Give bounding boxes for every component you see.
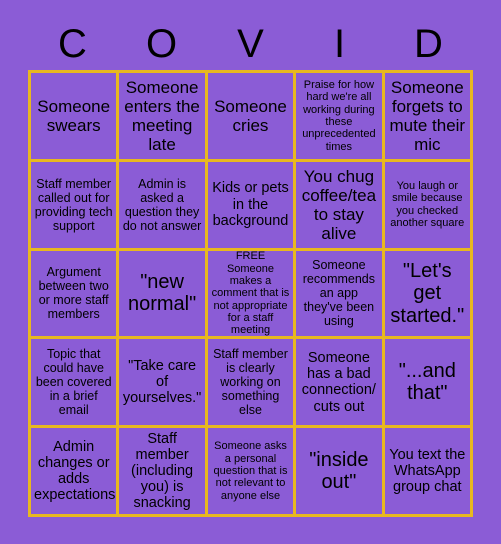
bingo-cell-r1c4[interactable]: Praise for how hard we're all working du… [296, 73, 382, 159]
bingo-cell-r3c1[interactable]: Argument between two or more staff membe… [31, 250, 117, 337]
bingo-cell-r1c3[interactable]: Someone cries [207, 73, 294, 159]
bingo-cell-text: "...and that" [398, 359, 456, 405]
bingo-cell-text: Praise for how hard we're all working du… [302, 78, 376, 153]
bingo-cell-r4c2[interactable]: "Take care of yourselves." [119, 339, 205, 426]
bingo-cell-free[interactable]: FREE Someone makes a comment that is not … [207, 250, 294, 337]
bingo-cell-r5c4[interactable]: "inside out" [296, 428, 382, 514]
bingo-cell-text: Someone forgets to mute their mic [389, 77, 466, 154]
bingo-cell-r1c5[interactable]: Someone forgets to mute their mic [384, 73, 470, 159]
bingo-cell-r2c5[interactable]: You laugh or smile because you checked a… [384, 161, 470, 248]
bingo-cell-text: "new normal" [127, 271, 197, 316]
bingo-cell-text: You chug coffee/tea to stay alive [301, 166, 377, 243]
bingo-cell-r5c1[interactable]: Admin changes or adds expectations [31, 428, 117, 514]
bingo-card: C O V I D Someone swears Someone enters the m… [0, 0, 501, 544]
bingo-cell-text: Staff member (including you) is snacking [131, 430, 194, 512]
header-letter-d: D [414, 22, 443, 66]
bingo-cell-text: "Take care of yourselves." [122, 357, 202, 407]
bingo-cell-text: "Let's get started." [390, 259, 465, 327]
bingo-cell-text: Admin changes or adds expectations [34, 438, 116, 504]
bingo-cell-r4c1[interactable]: Topic that could have been covered in a … [31, 339, 117, 426]
bingo-cell-text: Someone enters the meeting late [124, 77, 200, 154]
bingo-cell-r1c1[interactable]: Someone swears [31, 73, 117, 159]
bingo-cell-r3c2[interactable]: "new normal" [119, 250, 205, 337]
bingo-cell-r2c2[interactable]: Admin is asked a question they do not an… [119, 161, 205, 248]
bingo-cell-text: Admin is asked a question they do not an… [122, 176, 202, 233]
bingo-cell-text: Someone recommends an app they've been u… [302, 258, 376, 329]
bingo-header: COVID [28, 18, 473, 70]
bingo-cell-r2c4[interactable]: You chug coffee/tea to stay alive [296, 161, 382, 248]
bingo-cell-text: Someone swears [37, 96, 111, 135]
free-label: FREE [235, 250, 266, 263]
header-letter-v: V [237, 22, 264, 66]
bingo-cell-text: Someone cries [214, 96, 287, 135]
bingo-cell-r2c1[interactable]: Staff member called out for providing te… [31, 161, 117, 248]
bingo-cell-r5c2[interactable]: Staff member (including you) is snacking [119, 428, 205, 514]
bingo-cell-r3c5[interactable]: "Let's get started." [384, 250, 470, 337]
bingo-cell-text: Someone has a bad connection/ cuts out [301, 349, 376, 415]
bingo-cell-text: Kids or pets in the background [212, 180, 289, 229]
bingo-cell-text: You laugh or smile because you checked a… [390, 180, 465, 229]
bingo-grid: Someone swears Someone enters the meeting… [28, 70, 473, 517]
bingo-cell-r2c3[interactable]: Kids or pets in the background [207, 161, 294, 248]
bingo-cell-text: You text the WhatsApp group chat [389, 446, 466, 496]
bingo-cell-r4c5[interactable]: "...and that" [384, 339, 470, 426]
bingo-cell-text: Staff member called out for providing te… [34, 176, 113, 233]
bingo-cell-text: "inside out" [309, 448, 369, 494]
bingo-cell-r5c3[interactable]: Someone asks a personal question that is… [207, 428, 294, 514]
bingo-cell-r4c4[interactable]: Someone has a bad connection/ cuts out [296, 339, 382, 426]
bingo-cell-text: Staff member is clearly working on somet… [213, 347, 288, 418]
header-letter-c: C [58, 22, 87, 66]
bingo-cell-r1c2[interactable]: Someone enters the meeting late [119, 73, 205, 159]
header-letter-o: O [145, 22, 178, 66]
bingo-cell-r3c4[interactable]: Someone recommends an app they've been u… [296, 250, 382, 337]
bingo-cell-r4c3[interactable]: Staff member is clearly working on somet… [207, 339, 294, 426]
bingo-cell-text: Argument between two or more staff membe… [38, 265, 109, 322]
bingo-cell-text: Someone asks a personal question that is… [213, 440, 288, 502]
free-body-text: Someone makes a comment that is not appr… [211, 262, 290, 337]
header-letter-i: I [333, 22, 346, 66]
bingo-cell-text: Topic that could have been covered in a … [35, 347, 112, 418]
bingo-cell-r5c5[interactable]: You text the WhatsApp group chat [384, 428, 470, 514]
